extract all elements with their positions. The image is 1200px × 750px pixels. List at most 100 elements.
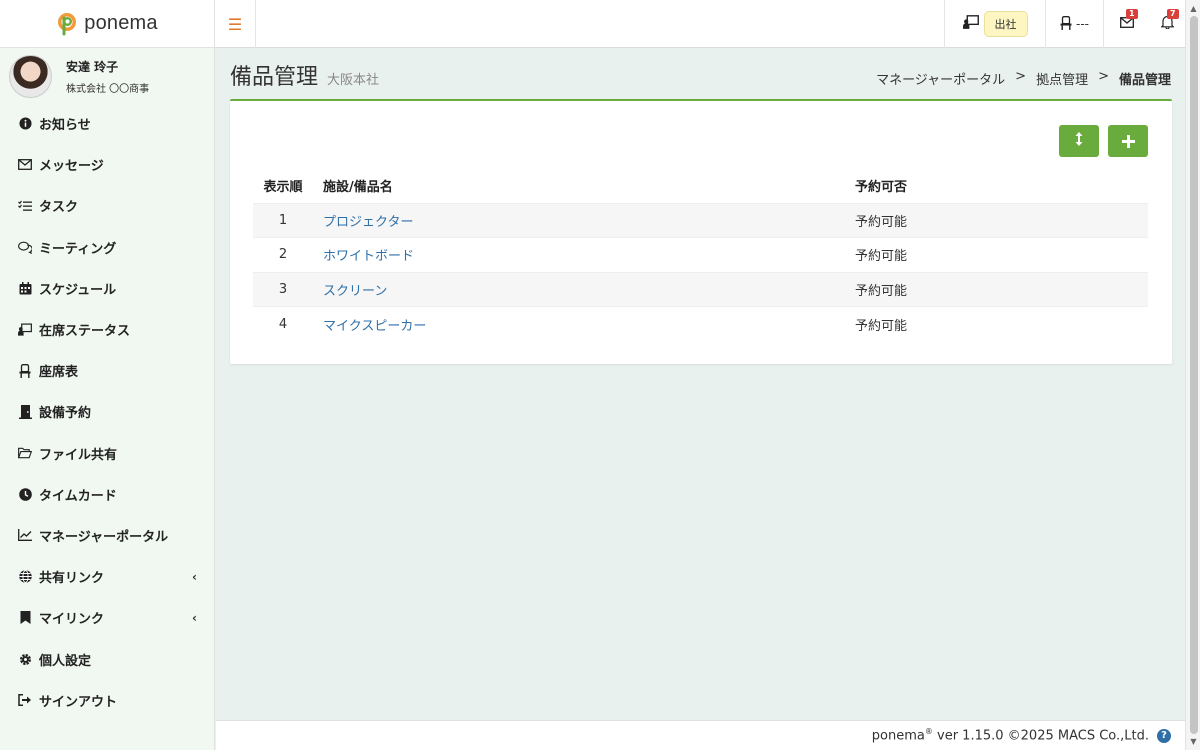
chat-bubbles-icon bbox=[18, 240, 32, 254]
sidebar-item-label: お知らせ bbox=[39, 118, 91, 134]
user-profile[interactable]: 安達 玲子 株式会社 〇〇商事 bbox=[0, 48, 214, 104]
sidebar-nav: お知らせ メッセージ タスク ミーティング スケジュール 在席ステータス 座席表 bbox=[0, 103, 214, 721]
equipment-link[interactable]: プロジェクター bbox=[323, 215, 413, 230]
sidebar-item-presence[interactable]: 在席ステータス bbox=[0, 309, 214, 350]
ponema-logo-icon bbox=[56, 12, 78, 36]
sidebar-item-sign-out[interactable]: サインアウト bbox=[0, 680, 214, 721]
footer-app-name: ponema bbox=[871, 728, 925, 744]
page-scrollbar[interactable]: ▲ ▼ bbox=[1185, 0, 1200, 750]
cell-order: 4 bbox=[253, 306, 313, 341]
cell-reservable: 予約可能 bbox=[845, 237, 1148, 272]
sidebar-item-seating[interactable]: 座席表 bbox=[0, 350, 214, 391]
gear-icon bbox=[18, 652, 32, 666]
equipment-link[interactable]: スクリーン bbox=[323, 284, 387, 299]
chair-icon bbox=[1060, 15, 1072, 33]
footer-version: ver 1.15.0 ©2025 MACS Co.,Ltd. bbox=[937, 728, 1149, 744]
add-equipment-button[interactable] bbox=[1108, 125, 1148, 157]
bookmark-icon bbox=[18, 611, 32, 625]
status-badge: 出社 bbox=[983, 11, 1028, 37]
sidebar-item-label: スケジュール bbox=[39, 282, 117, 298]
sidebar-item-shared-links[interactable]: 共有リンク ‹ bbox=[0, 556, 214, 597]
sidebar-item-notices[interactable]: お知らせ bbox=[0, 103, 214, 144]
help-icon[interactable]: ? bbox=[1157, 728, 1171, 743]
column-header-name: 施設/備品名 bbox=[323, 180, 393, 196]
sidebar-item-label: 在席ステータス bbox=[39, 324, 131, 340]
registered-mark: ® bbox=[924, 727, 933, 737]
header-spacer bbox=[256, 0, 944, 47]
breadcrumb-site-management[interactable]: 拠点管理 bbox=[1036, 69, 1088, 88]
sidebar-item-my-links[interactable]: マイリンク ‹ bbox=[0, 597, 214, 638]
breadcrumb: マネージャーポータル > 拠点管理 > 備品管理 bbox=[876, 69, 1171, 88]
plus-icon bbox=[1121, 129, 1135, 153]
sidebar-item-schedule[interactable]: スケジュール bbox=[0, 268, 214, 309]
main-content: 備品管理 大阪本社 マネージャーポータル > 拠点管理 > 備品管理 表示順 施… bbox=[216, 49, 1185, 720]
table-row: 4 マイクスピーカー 予約可能 bbox=[253, 306, 1148, 341]
mail-button[interactable]: 1 bbox=[1103, 0, 1149, 48]
seat-label: --- bbox=[1076, 17, 1089, 31]
sidebar-item-label: 座席表 bbox=[39, 365, 79, 381]
page-title: 備品管理 bbox=[230, 65, 319, 90]
envelope-icon bbox=[18, 158, 32, 172]
cell-reservable: 予約可能 bbox=[845, 306, 1148, 341]
user-name: 安達 玲子 bbox=[66, 59, 119, 74]
sidebar-item-label: ミーティング bbox=[39, 241, 117, 257]
sidebar-item-messages[interactable]: メッセージ bbox=[0, 144, 214, 185]
page-subtitle: 大阪本社 bbox=[327, 73, 380, 88]
equipment-link[interactable]: マイクスピーカー bbox=[323, 319, 426, 334]
info-circle-icon bbox=[18, 117, 32, 131]
sidebar-item-label: マネージャーポータル bbox=[39, 529, 169, 545]
user-company: 株式会社 〇〇商事 bbox=[66, 83, 150, 95]
sidebar-item-personal-settings[interactable]: 個人設定 bbox=[0, 638, 214, 679]
cell-reservable: 予約可能 bbox=[845, 202, 1148, 238]
sidebar-item-label: 共有リンク bbox=[39, 571, 105, 587]
logo-text: ponema bbox=[84, 12, 158, 34]
sidebar-item-facility-booking[interactable]: 設備予約 bbox=[0, 391, 214, 432]
door-icon bbox=[18, 404, 32, 419]
sidebar-item-manager-portal[interactable]: マネージャーポータル bbox=[0, 515, 214, 556]
sidebar-item-label: マイリンク bbox=[39, 612, 105, 628]
scroll-down-arrow-icon[interactable]: ▼ bbox=[1188, 736, 1199, 747]
equipment-panel: 表示順 施設/備品名 予約可否 1 プロジェクター 予約可能 2 ホワイトボード… bbox=[230, 99, 1172, 364]
column-header-order: 表示順 bbox=[263, 180, 303, 196]
table-row: 1 プロジェクター 予約可能 bbox=[253, 202, 1148, 238]
sort-arrows-icon bbox=[1075, 132, 1083, 150]
sidebar-item-file-sharing[interactable]: ファイル共有 bbox=[0, 433, 214, 474]
sidebar-item-meetings[interactable]: ミーティング bbox=[0, 227, 214, 268]
notification-button[interactable]: 7 bbox=[1149, 0, 1185, 48]
scroll-up-arrow-icon[interactable]: ▲ bbox=[1188, 3, 1199, 14]
folder-open-icon bbox=[18, 446, 32, 460]
notification-count-badge: 7 bbox=[1167, 9, 1179, 19]
presence-board-icon bbox=[18, 323, 32, 337]
sidebar-item-label: ファイル共有 bbox=[39, 447, 118, 463]
breadcrumb-separator: > bbox=[1098, 69, 1109, 84]
sidebar-item-label: サインアウト bbox=[39, 694, 118, 710]
table-header-row: 表示順 施設/備品名 予約可否 bbox=[253, 169, 1148, 203]
attendance-status-button[interactable]: 出社 bbox=[944, 0, 1045, 48]
equipment-table: 表示順 施設/備品名 予約可否 1 プロジェクター 予約可能 2 ホワイトボード… bbox=[253, 169, 1148, 341]
avatar bbox=[9, 54, 52, 98]
sidebar: ponema 安達 玲子 株式会社 〇〇商事 お知らせ メッセージ タスク ミー… bbox=[0, 0, 215, 750]
breadcrumb-separator: > bbox=[1015, 69, 1027, 84]
chevron-left-icon: ‹ bbox=[192, 569, 197, 584]
footer: ponema® ver 1.15.0 ©2025 MACS Co.,Ltd. ? bbox=[216, 720, 1185, 750]
sidebar-item-label: メッセージ bbox=[39, 159, 104, 175]
globe-icon bbox=[18, 570, 32, 584]
logo[interactable]: ponema bbox=[0, 0, 214, 48]
hamburger-menu-icon[interactable]: ☰ bbox=[215, 0, 256, 48]
sidebar-item-timecard[interactable]: タイムカード bbox=[0, 474, 214, 515]
cell-order: 2 bbox=[253, 237, 313, 272]
chevron-left-icon: ‹ bbox=[192, 610, 197, 625]
sidebar-item-label: タスク bbox=[39, 200, 79, 216]
sidebar-item-label: 設備予約 bbox=[39, 406, 92, 422]
sidebar-item-tasks[interactable]: タスク bbox=[0, 185, 214, 226]
scroll-thumb[interactable] bbox=[1190, 16, 1198, 734]
page-header: 備品管理 大阪本社 マネージャーポータル > 拠点管理 > 備品管理 bbox=[230, 59, 1171, 99]
equipment-link[interactable]: ホワイトボード bbox=[323, 249, 414, 264]
copyright-text: ponema® ver 1.15.0 ©2025 MACS Co.,Ltd. bbox=[872, 727, 1149, 743]
column-header-reservable: 予約可否 bbox=[855, 180, 908, 196]
line-chart-icon bbox=[18, 528, 32, 542]
breadcrumb-manager-portal[interactable]: マネージャーポータル bbox=[876, 69, 1005, 88]
sort-order-button[interactable] bbox=[1059, 125, 1099, 157]
sign-out-icon bbox=[18, 693, 32, 707]
seat-button[interactable]: --- bbox=[1045, 0, 1103, 48]
